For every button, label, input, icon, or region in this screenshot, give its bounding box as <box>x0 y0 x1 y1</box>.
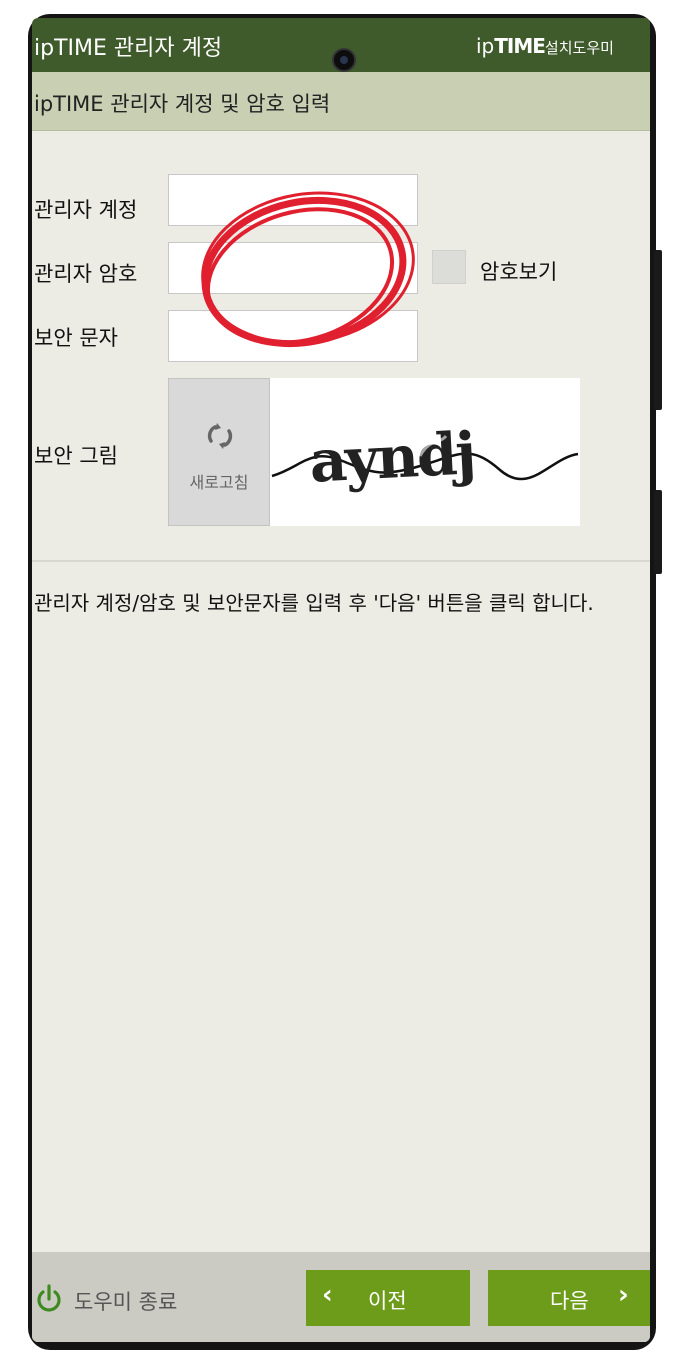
sub-header: ipTIME 관리자 계정 및 암호 입력 <box>32 72 650 131</box>
show-password-label[interactable]: 암호보기 <box>480 256 557 286</box>
refresh-label: 새로고침 <box>189 473 249 492</box>
power-icon <box>37 1284 61 1312</box>
show-password-checkbox[interactable] <box>432 250 466 284</box>
front-camera <box>332 48 356 72</box>
account-label: 관리자 계정 <box>34 198 138 222</box>
refresh-icon <box>207 423 233 449</box>
prev-button[interactable]: ‹ 이전 <box>306 1270 470 1326</box>
chevron-right-icon: › <box>618 1280 629 1310</box>
page-title: ipTIME 관리자 계정 및 암호 입력 <box>34 92 331 116</box>
section-divider <box>32 560 650 562</box>
prev-label: 이전 <box>368 1289 407 1313</box>
account-input[interactable] <box>168 174 418 226</box>
brand-logo: ipTIME설치도우미 <box>476 34 614 58</box>
bottom-bar: 도우미 종료 ‹ 이전 다음 › <box>32 1252 650 1342</box>
title-bar: ipTIME 관리자 계정 ipTIME설치도우미 <box>32 18 650 72</box>
security-text-input[interactable] <box>168 310 418 362</box>
next-button[interactable]: 다음 › <box>488 1270 650 1326</box>
password-label: 관리자 암호 <box>34 262 138 286</box>
refresh-button[interactable]: 새로고침 <box>168 378 270 526</box>
captcha-image: ayndj <box>270 378 580 526</box>
power-button <box>654 490 662 574</box>
app-screen: ipTIME 관리자 계정 ipTIME설치도우미 ipTIME 관리자 계정 … <box>32 18 650 1342</box>
security-text-label: 보안 문자 <box>34 326 118 350</box>
next-label: 다음 <box>550 1289 589 1313</box>
password-input[interactable] <box>168 242 418 294</box>
chevron-left-icon: ‹ <box>322 1280 333 1310</box>
instruction-text: 관리자 계정/암호 및 보안문자를 입력 후 '다음' 버튼을 클릭 합니다. <box>34 591 594 615</box>
volume-button <box>654 250 662 410</box>
security-image-label: 보안 그림 <box>34 444 118 468</box>
window-title: ipTIME 관리자 계정 <box>34 36 223 61</box>
captcha-text: ayndj <box>308 419 476 496</box>
exit-wizard-label: 도우미 종료 <box>74 1290 178 1314</box>
